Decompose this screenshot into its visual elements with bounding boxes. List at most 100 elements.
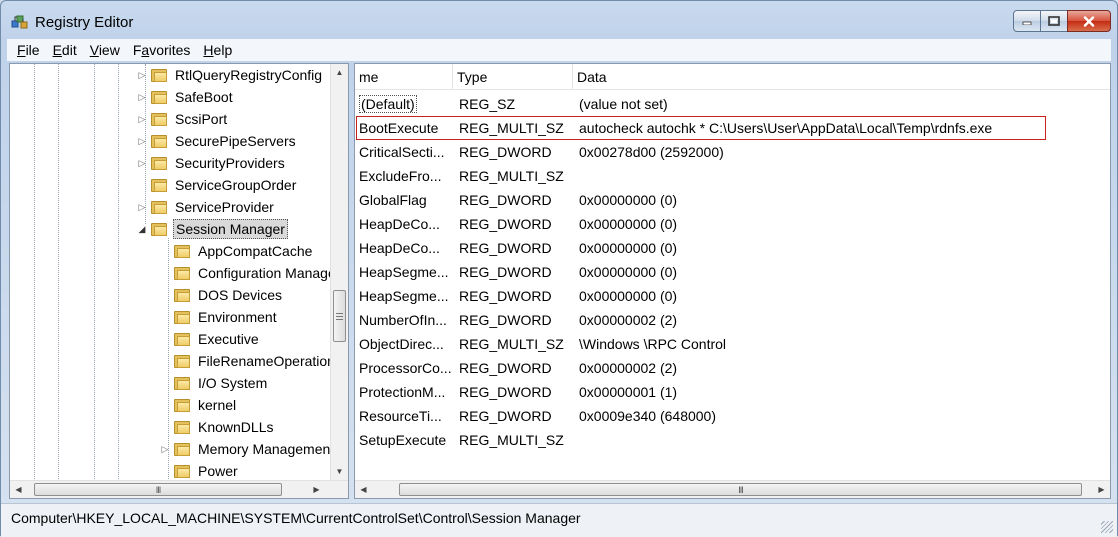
column-name[interactable]: me <box>355 64 453 90</box>
value-name: NumberOfIn... <box>359 308 453 332</box>
value-type: REG_DWORD <box>459 216 552 232</box>
value-data: 0x00000001 (1) <box>579 384 678 400</box>
value-row[interactable]: SetupExecute REG_MULTI_SZ <box>355 428 1110 452</box>
value-type: REG_DWORD <box>459 408 552 424</box>
collapse-arrow-icon[interactable]: ◢ <box>137 224 147 234</box>
list-horizontal-scrollbar[interactable]: ◀ III ▶ <box>355 480 1110 498</box>
scroll-down-arrow-icon[interactable]: ▼ <box>331 463 348 480</box>
value-name: CriticalSecti... <box>359 140 453 164</box>
key-tree-pane[interactable]: ▷ RtlQueryRegistryConfig ▷ SafeBoot ▷ ScsiPor… <box>9 63 349 499</box>
scroll-right-arrow-icon[interactable]: ▶ <box>308 481 325 498</box>
value-name-text: ProcessorCo... <box>359 360 452 376</box>
minimize-button[interactable] <box>1013 10 1041 32</box>
tree-item[interactable]: ▷ RtlQueryRegistryConfig <box>137 64 324 86</box>
tree-item[interactable]: Configuration Manager <box>160 262 342 284</box>
value-row[interactable]: ProtectionM... REG_DWORD 0x00000001 (1) <box>355 380 1110 404</box>
tree-item[interactable]: ▷ SecurityProviders <box>137 152 287 174</box>
value-name-text: HeapDeCo... <box>359 240 440 256</box>
menu-favorites[interactable]: Favorites <box>133 42 191 58</box>
value-type: REG_SZ <box>459 96 516 112</box>
folder-icon <box>174 398 190 412</box>
tree-item[interactable]: FileRenameOperations <box>160 350 344 372</box>
expand-arrow-icon[interactable]: ▷ <box>137 202 147 212</box>
tree-item[interactable]: ▷ ScsiPort <box>137 108 229 130</box>
expand-arrow-icon[interactable]: ▷ <box>137 158 147 168</box>
tree-item-label: FileRenameOperations <box>198 353 342 369</box>
value-row[interactable]: CriticalSecti... REG_DWORD 0x00278d00 (259… <box>355 140 1110 164</box>
values-list-pane[interactable]: me Type Data (Default) REG_SZ (value not s… <box>354 63 1111 499</box>
expand-arrow-icon[interactable]: ▷ <box>160 444 170 454</box>
menu-edit[interactable]: Edit <box>53 42 77 58</box>
column-type[interactable]: Type <box>453 64 573 90</box>
value-row[interactable]: GlobalFlag REG_DWORD 0x00000000 (0) <box>355 188 1110 212</box>
close-button[interactable] <box>1067 10 1111 32</box>
folder-icon <box>174 332 190 346</box>
value-row[interactable]: HeapDeCo... REG_DWORD 0x00000000 (0) <box>355 212 1110 236</box>
value-name-text: ProtectionM... <box>359 384 446 400</box>
tree-item[interactable]: kernel <box>160 394 238 416</box>
folder-icon <box>151 68 167 82</box>
tree-item[interactable]: ▷ SecurePipeServers <box>137 130 298 152</box>
tree-guide-line <box>94 64 95 481</box>
value-row[interactable]: ProcessorCo... REG_DWORD 0x00000002 (2) <box>355 356 1110 380</box>
value-data: 0x00000000 (0) <box>579 288 678 304</box>
tree-vertical-scroll-thumb[interactable] <box>333 290 346 342</box>
expand-arrow-icon[interactable]: ▷ <box>137 70 147 80</box>
value-data: 0x00000000 (0) <box>579 216 678 232</box>
registry-editor-window: Registry Editor File Edit View Favorites… <box>0 0 1118 537</box>
value-name-text: (Default) <box>359 95 417 113</box>
tree-item[interactable]: ServiceGroupOrder <box>137 174 298 196</box>
resize-grip-icon[interactable] <box>1101 521 1113 533</box>
folder-icon <box>174 420 190 434</box>
value-name: ResourceTi... <box>359 404 453 428</box>
value-row[interactable]: ExcludeFro... REG_MULTI_SZ <box>355 164 1110 188</box>
list-horizontal-scroll-thumb[interactable]: III <box>399 483 1082 496</box>
value-name-text: ExcludeFro... <box>359 168 442 184</box>
tree-vertical-scrollbar[interactable]: ▲ ▼ <box>330 64 348 481</box>
value-row[interactable]: HeapDeCo... REG_DWORD 0x00000000 (0) <box>355 236 1110 260</box>
status-path: Computer\HKEY_LOCAL_MACHINE\SYSTEM\Curre… <box>11 510 581 526</box>
value-type: REG_DWORD <box>459 312 552 328</box>
scroll-left-arrow-icon[interactable]: ◀ <box>10 481 27 498</box>
menu-file[interactable]: File <box>17 42 40 58</box>
value-row[interactable]: ObjectDirec... REG_MULTI_SZ \Windows \RPC … <box>355 332 1110 356</box>
tree-item[interactable]: Power <box>160 460 240 482</box>
folder-icon <box>151 200 167 214</box>
value-name-text: HeapSegme... <box>359 264 449 280</box>
tree-item[interactable]: Environment <box>160 306 279 328</box>
tree-item[interactable]: ▷ SafeBoot <box>137 86 235 108</box>
menu-view[interactable]: View <box>90 42 120 58</box>
expand-arrow-icon[interactable]: ▷ <box>137 92 147 102</box>
column-data[interactable]: Data <box>573 64 1110 90</box>
value-row[interactable]: ResourceTi... REG_DWORD 0x0009e340 (648000… <box>355 404 1110 428</box>
maximize-button[interactable] <box>1040 10 1068 32</box>
tree-item[interactable]: KnownDLLs <box>160 416 276 438</box>
value-row[interactable]: NumberOfIn... REG_DWORD 0x00000002 (2) <box>355 308 1110 332</box>
value-row[interactable]: HeapSegme... REG_DWORD 0x00000000 (0) <box>355 260 1110 284</box>
menu-help[interactable]: Help <box>203 42 232 58</box>
tree-item[interactable]: DOS Devices <box>160 284 284 306</box>
value-name: HeapSegme... <box>359 260 453 284</box>
tree-item[interactable]: ▷ ServiceProvider <box>137 196 276 218</box>
scroll-up-arrow-icon[interactable]: ▲ <box>331 64 348 81</box>
value-row[interactable]: HeapSegme... REG_DWORD 0x00000000 (0) <box>355 284 1110 308</box>
tree-item[interactable]: I/O System <box>160 372 269 394</box>
value-name: GlobalFlag <box>359 188 453 212</box>
tree-item[interactable]: Executive <box>160 328 261 350</box>
expand-arrow-icon[interactable]: ▷ <box>137 114 147 124</box>
tree-item[interactable]: ◢ Session Manager <box>137 218 288 240</box>
tree-item[interactable]: AppCompatCache <box>160 240 314 262</box>
expand-arrow-icon[interactable]: ▷ <box>137 136 147 146</box>
scroll-left-arrow-icon[interactable]: ◀ <box>355 481 372 498</box>
tree-horizontal-scrollbar[interactable]: ◀ III ▶ <box>10 480 348 498</box>
value-name: ExcludeFro... <box>359 164 453 188</box>
close-icon <box>1083 15 1095 27</box>
tree-item[interactable]: ▷ Memory Management <box>160 438 336 460</box>
value-row[interactable]: (Default) REG_SZ (value not set) <box>355 92 1110 116</box>
scroll-right-arrow-icon[interactable]: ▶ <box>1093 481 1110 498</box>
tree-horizontal-scroll-thumb[interactable]: III <box>34 483 282 496</box>
